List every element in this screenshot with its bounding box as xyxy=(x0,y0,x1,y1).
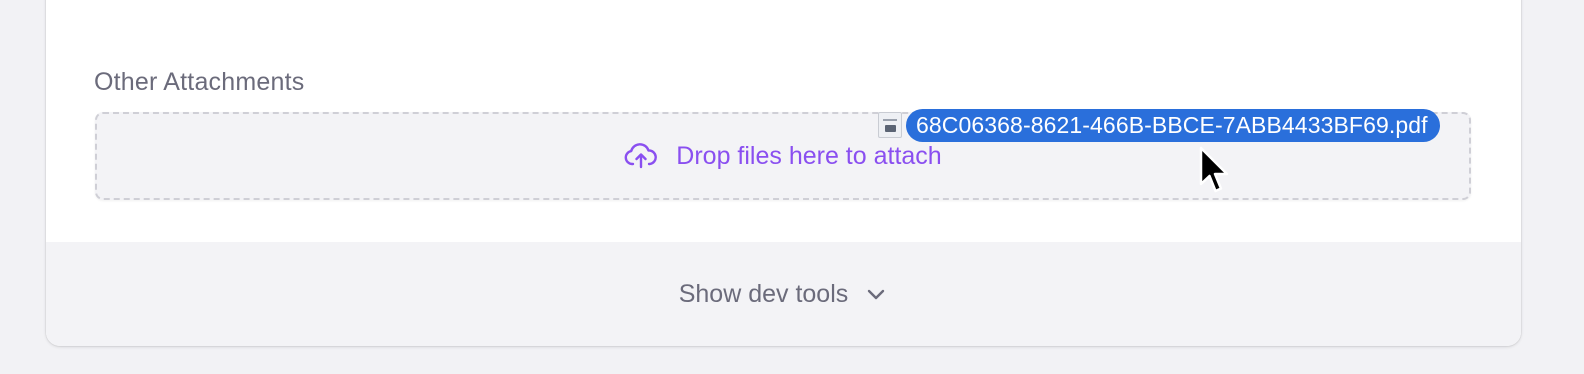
dragged-file-name: 68C06368-8621-466B-BBCE-7ABB4433BF69.pdf xyxy=(906,109,1440,142)
arrow-cursor-icon xyxy=(1198,146,1232,196)
attachments-label: Other Attachments xyxy=(94,68,305,96)
chevron-down-icon xyxy=(864,282,888,306)
cloud-upload-icon xyxy=(624,142,658,170)
dropzone-text: Drop files here to attach xyxy=(676,141,942,170)
attachments-card: Other Attachments Drop files here to att… xyxy=(46,0,1521,346)
dev-tools-label: Show dev tools xyxy=(678,279,849,308)
dev-tools-toggle[interactable]: Show dev tools xyxy=(46,242,1521,346)
pdf-file-icon xyxy=(878,112,902,138)
